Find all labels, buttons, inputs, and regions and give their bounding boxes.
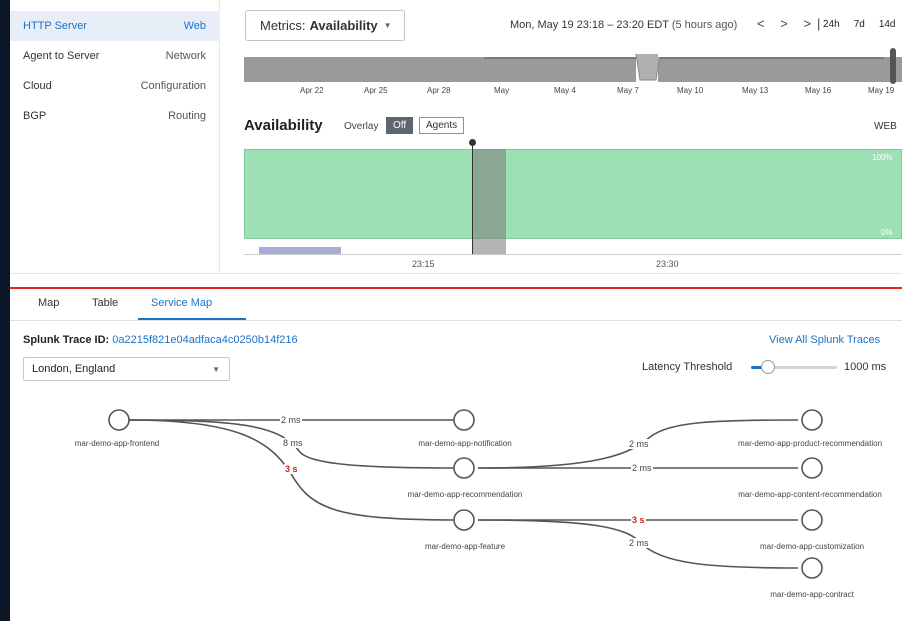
agent-bar — [259, 247, 341, 254]
tab-service-map[interactable]: Service Map — [151, 297, 212, 309]
test-sidebar: HTTP Server Web Agent to Server Network … — [10, 0, 220, 274]
overview-tick: May — [494, 86, 510, 95]
y-min-label: 0% — [881, 228, 893, 237]
edge-latency-label: 2 ms — [628, 538, 650, 548]
service-map: 2 ms 8 ms 3 s 2 ms 2 ms 3 s 2 ms mar-dem… — [10, 392, 902, 621]
range-14d-button[interactable]: 14d — [879, 19, 896, 30]
sidebar-item-cloud[interactable]: Cloud Configuration — [10, 71, 220, 101]
active-tab-indicator — [138, 318, 246, 320]
view-all-traces-link[interactable]: View All Splunk Traces — [769, 334, 880, 346]
chevron-down-icon: ▼ — [212, 364, 220, 374]
node-frontend-label[interactable]: mar-demo-app-frontend — [75, 439, 159, 448]
edge-latency-label: 3 s — [631, 515, 646, 525]
edge-latency-label: 8 ms — [282, 438, 304, 448]
view-tabs: Map Table Service Map — [10, 297, 902, 321]
overview-tick: Apr 22 — [300, 86, 324, 95]
range-24h-button[interactable]: 24h — [823, 19, 840, 30]
overview-tick: May 19 — [868, 86, 895, 95]
node-notification-label[interactable]: mar-demo-app-notification — [418, 439, 511, 448]
node-customization-circle — [801, 509, 823, 531]
node-contract-label[interactable]: mar-demo-app-contract — [770, 590, 854, 599]
selection-marker — [472, 143, 473, 254]
date-range-ago: (5 hours ago) — [671, 19, 738, 31]
metrics-prefix: Metrics: — [260, 18, 306, 33]
overview-tick: May 10 — [677, 86, 704, 95]
time-axis — [244, 254, 902, 255]
service-map-graph — [108, 409, 823, 579]
node-content-circle — [801, 457, 823, 479]
selection-pin[interactable] — [469, 139, 476, 146]
node-recommendation-circle — [453, 457, 475, 479]
overview-handle[interactable] — [890, 48, 896, 84]
sidebar-item-label: HTTP Server — [23, 20, 87, 32]
node-product-label[interactable]: mar-demo-app-product-recommendation — [738, 439, 882, 448]
location-value: London, England — [32, 363, 116, 375]
sidebar-item-bgp[interactable]: BGP Routing — [10, 101, 220, 131]
overlay-agents-toggle[interactable]: Agents — [419, 117, 465, 134]
next-arrow-icon[interactable]: > — [780, 16, 794, 31]
overview-sparkline — [244, 52, 902, 82]
tab-table[interactable]: Table — [92, 297, 118, 309]
edge-latency-label: 3 s — [284, 464, 299, 474]
metrics-value: Availability — [309, 18, 378, 33]
date-range-text: Mon, May 19 23:18 – 23:20 EDT — [510, 19, 669, 31]
node-feature-label[interactable]: mar-demo-app-feature — [425, 542, 505, 551]
time-tick: 23:15 — [412, 259, 435, 269]
target-label: WEB — [874, 121, 897, 132]
sidebar-item-category: Configuration — [140, 80, 206, 92]
overview-tick: Apr 25 — [364, 86, 388, 95]
sidebar-item-label: Agent to Server — [23, 50, 100, 62]
node-recommendation-label[interactable]: mar-demo-app-recommendation — [408, 490, 523, 499]
sidebar-item-http-server[interactable]: HTTP Server Web — [10, 11, 220, 41]
node-frontend-circle — [108, 409, 130, 431]
node-contract-circle — [801, 557, 823, 579]
latency-value: 1000 ms — [844, 361, 887, 373]
sidebar-item-category: Routing — [168, 110, 206, 122]
availability-title: Availability — [244, 117, 323, 134]
time-tick: 23:30 — [656, 259, 679, 269]
time-navigation: < > >| — [757, 16, 826, 31]
node-feature-circle — [453, 509, 475, 531]
trace-id-label: Splunk Trace ID: — [23, 334, 110, 346]
overview-tick: May 13 — [742, 86, 769, 95]
dashboard-panel: HTTP Server Web Agent to Server Network … — [10, 0, 902, 274]
tab-map[interactable]: Map — [38, 297, 59, 309]
overview-tick: Apr 28 — [427, 86, 451, 95]
range-7d-button[interactable]: 7d — [854, 19, 865, 30]
availability-chart[interactable] — [244, 149, 902, 239]
node-product-circle — [801, 409, 823, 431]
latency-slider-thumb[interactable] — [761, 360, 775, 374]
node-notification-circle — [453, 409, 475, 431]
trace-id-link[interactable]: 0a2215f821e04adfaca4c0250b14f216 — [112, 334, 297, 346]
sidebar-item-label: BGP — [23, 110, 47, 122]
overview-tick: May 16 — [805, 86, 832, 95]
sidebar-item-category: Web — [183, 20, 206, 32]
sidebar-item-agent-to-server[interactable]: Agent to Server Network — [10, 41, 220, 71]
node-content-label[interactable]: mar-demo-app-content-recommendation — [738, 490, 882, 499]
overlay-off-toggle[interactable]: Off — [386, 117, 414, 134]
overview-tick: May 7 — [617, 86, 639, 95]
chevron-down-icon: ▼ — [383, 21, 392, 30]
edge-latency-label: 2 ms — [628, 439, 650, 449]
sidebar-item-category: Network — [165, 50, 206, 62]
prev-arrow-icon[interactable]: < — [757, 16, 771, 31]
range-selector: 24h 7d 14d — [823, 19, 896, 30]
trace-id: Splunk Trace ID: 0a2215f821e04adfaca4c02… — [23, 334, 298, 346]
overview-axis: Apr 22 Apr 25 Apr 28 May May 4 May 7 May… — [244, 86, 902, 98]
divider-line — [10, 287, 902, 289]
node-customization-label[interactable]: mar-demo-app-customization — [760, 542, 864, 551]
y-max-label: 100% — [872, 153, 893, 162]
latency-label: Latency Threshold — [642, 361, 733, 373]
sidebar-item-label: Cloud — [23, 80, 52, 92]
date-range: Mon, May 19 23:18 – 23:20 EDT (5 hours a… — [510, 19, 737, 31]
edge-latency-label: 2 ms — [631, 463, 653, 473]
edge-latency-label: 2 ms — [280, 415, 302, 425]
location-dropdown[interactable]: London, England ▼ — [23, 357, 230, 381]
metrics-dropdown[interactable]: Metrics: Availability ▼ — [245, 10, 405, 41]
overlay-label: Overlay — [344, 121, 379, 132]
app-frame: HTTP Server Web Agent to Server Network … — [10, 0, 902, 621]
selection-band[interactable] — [472, 149, 506, 254]
overview-tick: May 4 — [554, 86, 576, 95]
